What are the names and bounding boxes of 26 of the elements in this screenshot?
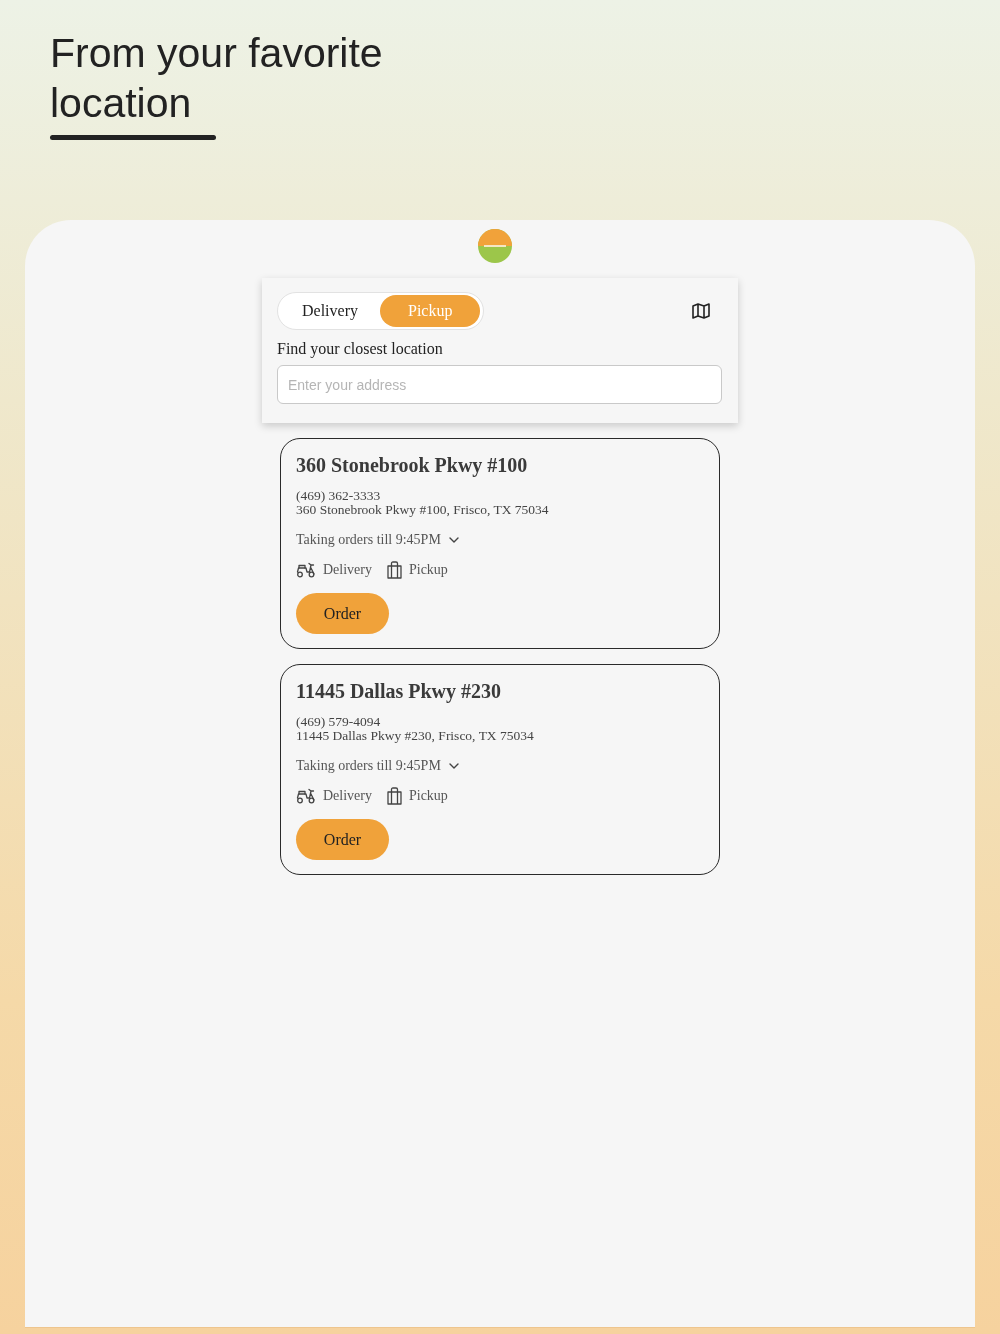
mode-tab[interactable]: Delivery <box>280 295 380 327</box>
location-phone: (469) 579-4094 <box>296 715 382 729</box>
order-button[interactable]: Order <box>296 593 389 634</box>
scooter-icon <box>296 788 316 804</box>
chevron-down-icon[interactable] <box>448 537 459 543</box>
service-label: Pickup <box>409 561 448 579</box>
shopping-bag-icon <box>387 561 402 579</box>
location-name: 360 Stonebrook Pkwy #100 <box>296 453 529 477</box>
map-icon[interactable] <box>692 303 710 319</box>
order-button[interactable]: Order <box>296 819 389 860</box>
logo-icon <box>478 229 512 263</box>
find-label: Find your closest location <box>277 339 444 359</box>
location-address: 360 Stonebrook Pkwy #100, Frisco, TX 75034 <box>296 502 550 516</box>
location-address: 11445 Dallas Pkwy #230, Frisco, TX 75034 <box>296 728 535 742</box>
service-label: Pickup <box>409 787 448 805</box>
location-phone: (469) 362-3333 <box>296 489 382 503</box>
shopping-bag-icon <box>387 787 402 805</box>
service-label: Delivery <box>323 787 372 805</box>
location-name: 11445 Dallas Pkwy #230 <box>296 679 503 703</box>
service-label: Delivery <box>323 561 372 579</box>
page-title: From your favorite location <box>50 29 384 128</box>
hours-text: Taking orders till 9:45PM <box>296 531 441 549</box>
chevron-down-icon[interactable] <box>448 763 459 769</box>
hours-text: Taking orders till 9:45PM <box>296 757 441 775</box>
address-input[interactable]: Enter your address <box>277 365 722 404</box>
scooter-icon <box>296 562 316 578</box>
